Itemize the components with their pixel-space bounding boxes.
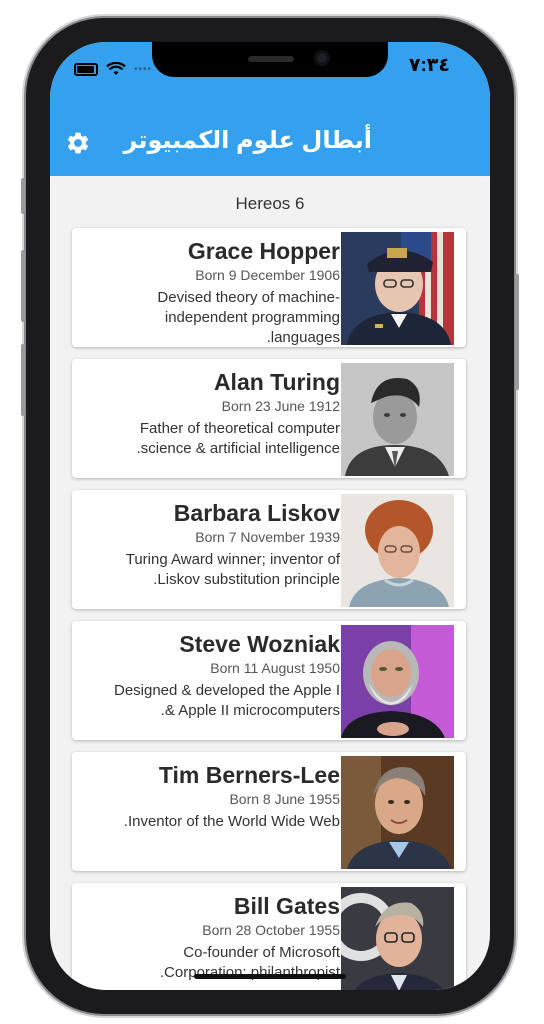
hero-born: Born 8 June 1955 (229, 791, 340, 807)
hero-description: Devised theory of machine- independent p… (78, 288, 340, 348)
signal-icon: •••• (134, 64, 153, 75)
description-line: Father of theoretical computer (139, 420, 340, 437)
hero-description: Father of theoretical computer .science … (78, 419, 340, 459)
description-line: Co-founder of Microsoft (183, 944, 340, 961)
hero-text: Steve Wozniak Born 11 August 1950 Design… (78, 629, 340, 721)
hero-card[interactable]: Alan Turing Born 23 June 1912 Father of … (72, 359, 466, 478)
description-line: .& Apple II microcomputers (160, 702, 340, 719)
description-line: Devised theory of machine- (157, 289, 340, 306)
hero-card[interactable]: Barbara Liskov Born 7 November 1939 Turi… (72, 490, 466, 609)
notch (152, 42, 388, 77)
hero-photo (341, 625, 454, 738)
hero-count: Hereos 6 (235, 194, 305, 213)
hero-name: Bill Gates (233, 893, 340, 919)
hero-description: Turing Award winner; inventor of .Liskov… (78, 550, 340, 590)
hero-text: Barbara Liskov Born 7 November 1939 Turi… (78, 498, 340, 590)
front-camera (314, 50, 330, 66)
screen: •••• ٧:٣٤ أبطال علوم الكمبيوتر Hereos 6 … (50, 42, 490, 990)
hero-photo (341, 494, 454, 607)
silent-switch (21, 178, 25, 214)
description-line: .Liskov substitution principle (153, 571, 340, 588)
hero-text: Alan Turing Born 23 June 1912 Father of … (78, 367, 340, 459)
description-line: .languages (266, 329, 340, 346)
description-line: .Inventor of the World Wide Web (123, 813, 340, 830)
gear-icon[interactable] (65, 130, 91, 156)
power-button (515, 274, 519, 390)
hero-born: Born 11 August 1950 (210, 660, 340, 676)
speaker-grille (248, 56, 294, 62)
hero-born: Born 7 November 1939 (195, 529, 340, 545)
hero-description: .Inventor of the World Wide Web (78, 812, 340, 832)
app-title: أبطال علوم الكمبيوتر (123, 127, 372, 154)
hero-born: Born 9 December 1906 (195, 267, 340, 283)
hero-name: Steve Wozniak (179, 631, 340, 657)
wifi-icon (106, 62, 126, 75)
home-indicator[interactable] (194, 974, 346, 979)
hero-photo (341, 232, 454, 345)
hero-born: Born 23 June 1912 (221, 398, 340, 414)
hero-name: Grace Hopper (187, 238, 340, 264)
description-line: independent programming (164, 309, 340, 326)
hero-card[interactable]: Steve Wozniak Born 11 August 1950 Design… (72, 621, 466, 740)
status-icons: •••• (74, 62, 152, 77)
description-line: .science & artificial intelligence (136, 440, 340, 457)
description-line: Turing Award winner; inventor of (125, 551, 340, 568)
description-line: .Corporation; philanthropist (159, 964, 340, 981)
hero-text: Grace Hopper Born 9 December 1906 Devise… (78, 236, 340, 348)
description-line: Designed & developed the Apple I (113, 682, 340, 699)
hero-card[interactable]: Grace Hopper Born 9 December 1906 Devise… (72, 228, 466, 347)
hero-photo (341, 363, 454, 476)
hero-born: Born 28 October 1955 (202, 922, 340, 938)
hero-name: Alan Turing (213, 369, 340, 395)
hero-photo (341, 756, 454, 869)
volume-up-button (21, 250, 25, 322)
hero-card[interactable]: Tim Berners-Lee Born 8 June 1955 .Invent… (72, 752, 466, 871)
hero-text: Tim Berners-Lee Born 8 June 1955 .Invent… (78, 760, 340, 832)
hero-name: Tim Berners-Lee (158, 762, 340, 788)
battery-icon (74, 63, 98, 76)
hero-name: Barbara Liskov (173, 500, 340, 526)
volume-down-button (21, 344, 25, 416)
status-time: ٧:٣٤ (408, 55, 450, 76)
hero-photo (341, 887, 454, 990)
phone-frame: •••• ٧:٣٤ أبطال علوم الكمبيوتر Hereos 6 … (21, 18, 519, 1014)
hero-text: Bill Gates Born 28 October 1955 Co-found… (78, 891, 340, 983)
hero-description: Designed & developed the Apple I .& Appl… (78, 681, 340, 721)
